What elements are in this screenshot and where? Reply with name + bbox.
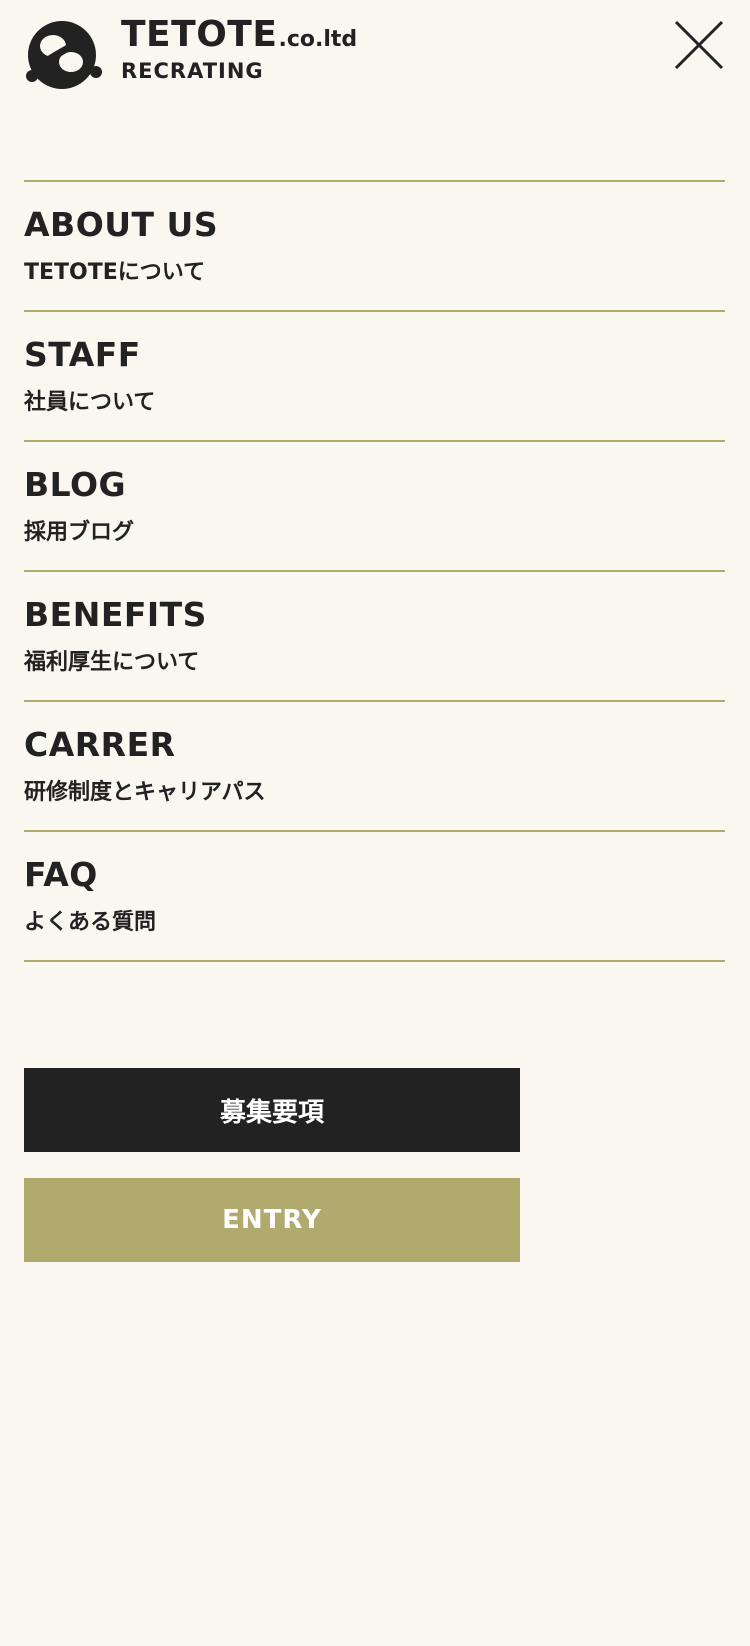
close-icon (674, 20, 724, 70)
nav-item-faq[interactable]: FAQ よくある質問 (24, 832, 725, 962)
nav-item-subtitle: 福利厚生について (24, 650, 200, 675)
brand-wordmark[interactable]: TETOTE.co.ltd RECRATING (121, 17, 357, 82)
nav-item-subtitle: 採用ブログ (24, 520, 135, 545)
nav-item-title: STAFF (24, 335, 141, 374)
nav-item-title: CARRER (24, 725, 176, 764)
nav-item-blog[interactable]: BLOG 採用ブログ (24, 442, 725, 572)
nav-item-staff[interactable]: STAFF 社員について (24, 312, 725, 442)
brand-suffix: .co.ltd (278, 27, 358, 52)
nav-item-benefits[interactable]: BENEFITS 福利厚生について (24, 572, 725, 702)
menu-nav: ABOUT US TETOTEについて STAFF 社員について BLOG 採用… (24, 180, 725, 962)
nav-item-subtitle: 社員について (24, 390, 156, 415)
nav-item-subtitle: 研修制度とキャリアパス (24, 780, 266, 805)
site-header: TETOTE.co.ltd RECRATING (0, 0, 750, 110)
nav-item-subtitle: TETOTEについて (24, 260, 206, 285)
nav-item-title: FAQ (24, 855, 98, 894)
nav-item-title: ABOUT US (24, 205, 219, 244)
close-menu-button[interactable] (672, 18, 726, 72)
nav-item-title: BENEFITS (24, 595, 207, 634)
entry-button[interactable]: ENTRY (24, 1178, 520, 1262)
brand-subtitle: RECRATING (121, 59, 264, 83)
brand-name: TETOTE (121, 14, 278, 55)
tetote-logo-icon[interactable] (24, 18, 104, 94)
nav-item-about-us[interactable]: ABOUT US TETOTEについて (24, 182, 725, 312)
nav-item-subtitle: よくある質問 (24, 910, 157, 935)
nav-item-title: BLOG (24, 465, 127, 504)
nav-item-carrer[interactable]: CARRER 研修制度とキャリアパス (24, 702, 725, 832)
recruitment-info-button[interactable]: 募集要項 (24, 1068, 520, 1152)
